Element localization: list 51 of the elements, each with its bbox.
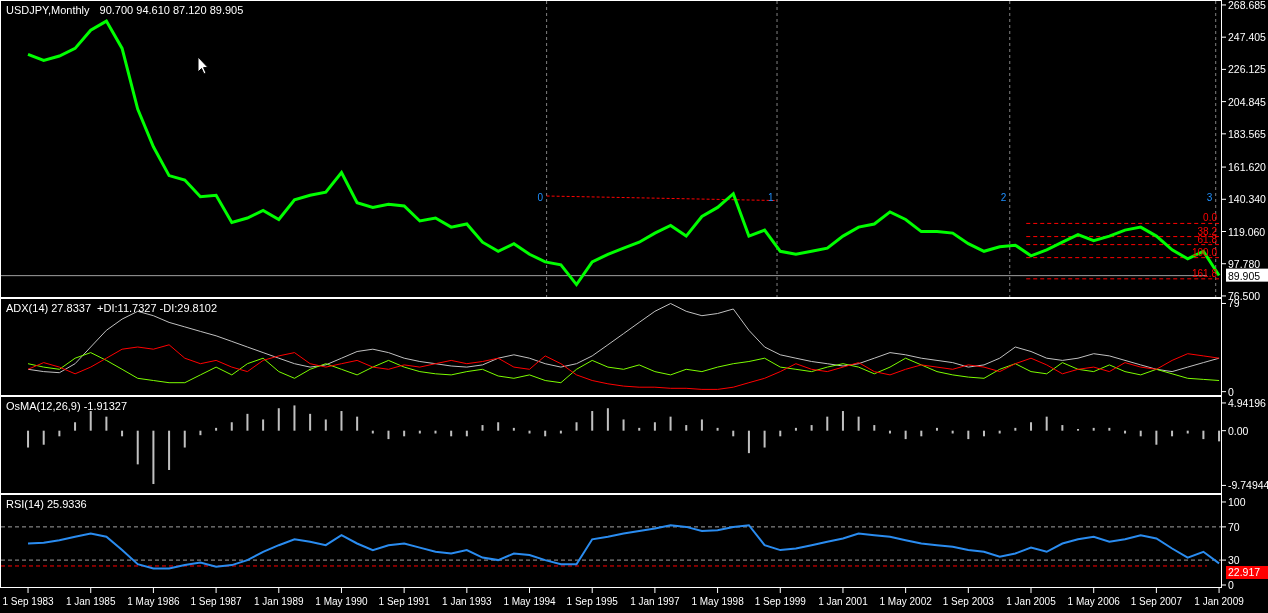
fibonacci-label: 161.8: [1191, 267, 1217, 279]
axis-label: 268.685: [1228, 0, 1266, 11]
axis-label: 97.780: [1228, 257, 1261, 270]
axis-label: 1 May 1990: [315, 596, 368, 607]
ref-line-label: 89.905: [1228, 269, 1261, 282]
axis-label: 1 Sep 1991: [378, 596, 430, 607]
time-zone-label: 1: [768, 192, 774, 204]
axis-label: 30: [1228, 554, 1240, 567]
axis-label: 140.340: [1228, 193, 1266, 206]
axis-label: 0: [1228, 385, 1234, 398]
time-zone-label: 3: [1206, 192, 1213, 204]
ref-line-label: 22.917: [1228, 565, 1261, 578]
axis-label: 70: [1228, 520, 1240, 533]
axis-label: 0: [1228, 579, 1234, 591]
axis-label: 1 Sep 2003: [942, 596, 994, 607]
axis-label: 1 Jan 1985: [65, 596, 116, 607]
axis-label: 1 May 2002: [879, 596, 932, 607]
axis-label: 1 May 1986: [127, 596, 180, 607]
axis-label: 1 Jan 2009: [1194, 596, 1244, 607]
chart-title: USDJPY,Monthly: [6, 4, 90, 16]
axis-label: 1 May 1994: [503, 596, 556, 607]
axis-label: 204.845: [1228, 95, 1266, 108]
axis-label: 1 Jan 1997: [630, 596, 680, 607]
axis-label: 0.00: [1228, 424, 1249, 437]
axis-label: 1 May 2006: [1067, 596, 1120, 607]
axis-label: 1 Jan 1989: [254, 596, 304, 607]
axis-label: 119.060: [1228, 225, 1266, 238]
ohlc-values: 90.700 94.610 87.120 89.905: [99, 4, 244, 16]
axis-label: 183.565: [1228, 127, 1266, 140]
axis-label: 1 May 1998: [691, 596, 744, 607]
price-tag: 22.917: [1226, 566, 1268, 579]
axis-label: 100: [1228, 495, 1246, 508]
axis-label: 1 Jan 2005: [1006, 596, 1056, 607]
indicator-label: RSI(14) 25.9336: [6, 498, 87, 510]
price-tag: 89.905: [1226, 268, 1268, 282]
axis-label: 226.125: [1228, 63, 1266, 76]
axis-label: 1 Jan 2001: [818, 596, 868, 607]
time-zone-label: 0: [537, 192, 544, 204]
axis-label: 1 Sep 1983: [2, 596, 54, 607]
axis-label: 1 Sep 2007: [1130, 596, 1182, 607]
axis-label: 1 Sep 1995: [566, 596, 618, 607]
time-zone-label: 2: [1000, 192, 1007, 204]
axis-label: 161.620: [1228, 161, 1266, 174]
axis-label: 247.405: [1228, 31, 1266, 44]
axis-label: 1 Sep 1987: [190, 596, 242, 607]
axis-label: 1 Sep 1999: [754, 596, 806, 607]
indicator-label: OsMA(12,26,9) -1.91327: [6, 400, 128, 412]
fibonacci-label: 0.0: [1203, 212, 1217, 224]
axis-label: 1 Jan 1993: [442, 596, 492, 607]
axis-label: 4.94196: [1228, 396, 1266, 409]
indicator-label: ADX(14) 27.8337 +DI:11.7327 -DI:29.8102: [6, 302, 218, 314]
